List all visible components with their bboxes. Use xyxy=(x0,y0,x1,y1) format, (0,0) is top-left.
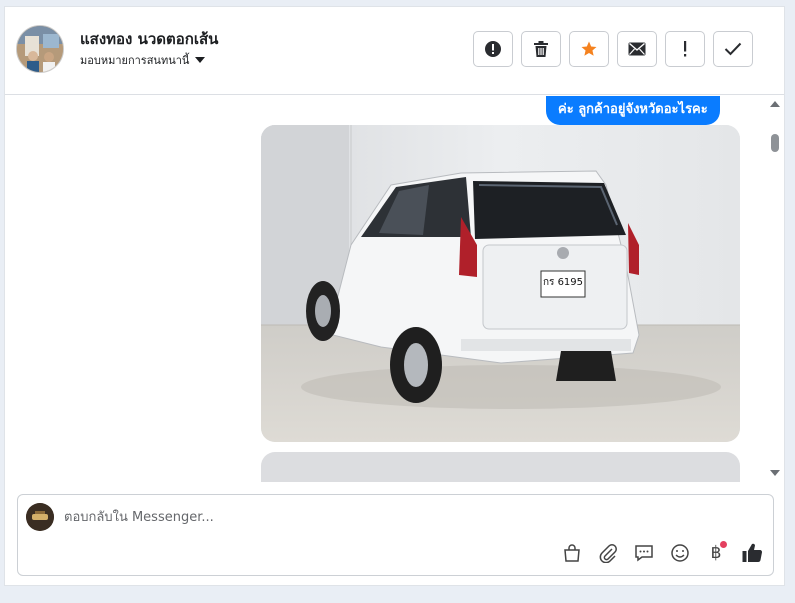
report-button[interactable] xyxy=(473,31,513,67)
exclamation-circle-icon xyxy=(485,41,501,57)
reply-input[interactable] xyxy=(64,506,744,528)
done-button[interactable] xyxy=(713,31,753,67)
like-icon xyxy=(742,543,763,563)
saved-reply-button[interactable] xyxy=(632,541,656,565)
outgoing-message-bubble: ค่ะ ลูกค้าอยู่จังหวัดอะไรคะ xyxy=(546,96,720,125)
scroll-down-arrow-icon[interactable] xyxy=(770,470,780,476)
action-toolbar xyxy=(473,31,753,67)
payment-button[interactable]: ฿ xyxy=(704,541,728,565)
scroll-thumb[interactable] xyxy=(771,134,779,152)
delete-button[interactable] xyxy=(521,31,561,67)
thread-scrollbar[interactable] xyxy=(766,96,784,482)
conversation-header: แสงทอง นวดตอกเส้น มอบหมายการสนทนานี้ xyxy=(5,7,784,95)
saved-reply-icon xyxy=(635,545,653,562)
reply-composer: ฿ xyxy=(17,494,774,576)
car-photo-attachment[interactable]: กร 6195 xyxy=(261,125,740,442)
page-avatar xyxy=(26,503,54,531)
attach-icon xyxy=(599,544,617,563)
check-icon xyxy=(724,42,742,56)
composer-toolbar: ฿ xyxy=(560,541,764,565)
trash-icon xyxy=(534,41,548,57)
shop-bag-button[interactable] xyxy=(560,541,584,565)
star-button[interactable] xyxy=(569,31,609,67)
assign-dropdown[interactable]: มอบหมายการสนทนานี้ xyxy=(80,51,206,69)
star-icon xyxy=(581,41,597,56)
caret-down-icon xyxy=(195,57,206,63)
conversation-panel: แสงทอง นวดตอกเส้น มอบหมายการสนทนานี้ ค่ะ… xyxy=(4,6,785,586)
contact-name[interactable]: แสงทอง นวดตอกเส้น xyxy=(80,27,218,51)
assign-label: มอบหมายการสนทนานี้ xyxy=(80,54,190,67)
envelope-icon xyxy=(628,42,646,56)
follow-up-button[interactable] xyxy=(665,31,705,67)
message-thread[interactable]: ค่ะ ลูกค้าอยู่จังหวัดอะไรคะ กร 6195 xyxy=(5,96,768,482)
scroll-up-arrow-icon[interactable] xyxy=(770,101,780,107)
attach-button[interactable] xyxy=(596,541,620,565)
exclamation-icon xyxy=(684,41,687,57)
like-button[interactable] xyxy=(740,541,764,565)
message-text: ค่ะ ลูกค้าอยู่จังหวัดอะไรคะ xyxy=(558,102,708,117)
emoji-icon xyxy=(671,544,689,562)
emoji-button[interactable] xyxy=(668,541,692,565)
contact-avatar[interactable] xyxy=(16,25,64,73)
mark-unread-button[interactable] xyxy=(617,31,657,67)
shop-bag-icon xyxy=(564,544,580,562)
car-photo-attachment-2[interactable] xyxy=(261,452,740,482)
notification-dot xyxy=(720,541,727,548)
license-plate-text: กร 6195 xyxy=(543,277,583,288)
